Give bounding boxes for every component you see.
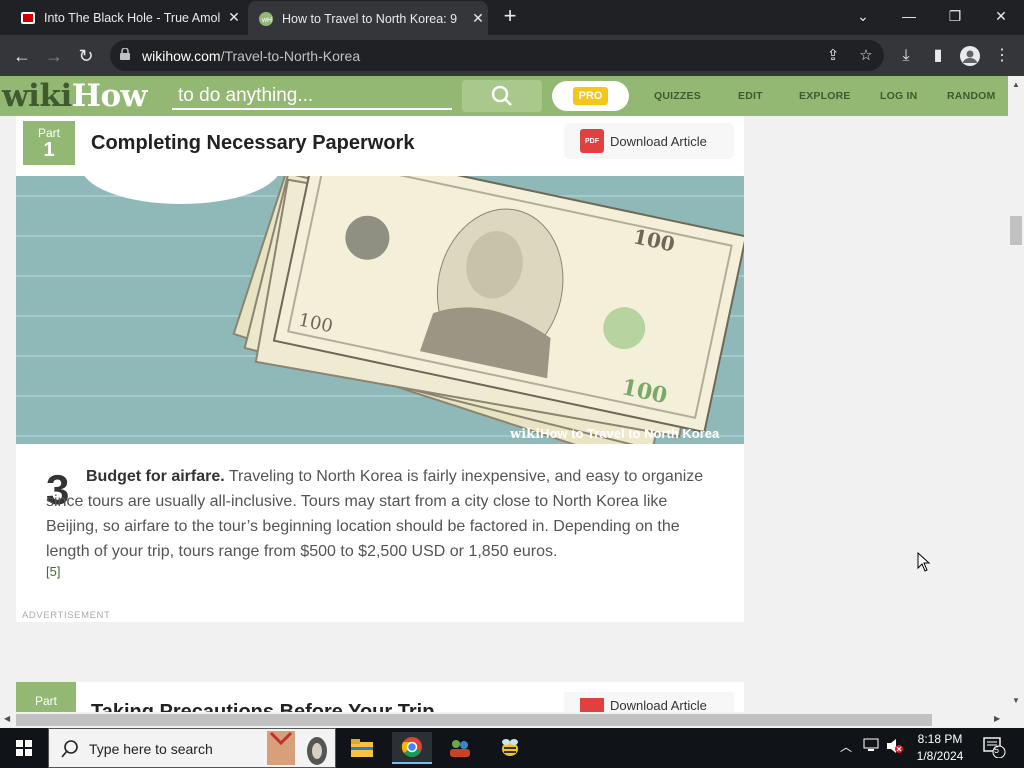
taskbar-search-placeholder: Type here to search	[89, 741, 213, 757]
watermark-how: How	[540, 426, 568, 441]
download-label: Download Article	[610, 133, 707, 149]
reference-link[interactable]: [5]	[46, 564, 60, 579]
tab-wikihow[interactable]: wH How to Travel to North Korea: 9 ✕	[248, 1, 488, 36]
url-domain: wikihow.com	[142, 48, 221, 64]
windows-logo-icon	[16, 740, 32, 756]
chrome-taskbar-icon[interactable]	[392, 732, 432, 764]
url-path: /Travel-to-North-Korea	[220, 48, 361, 64]
profile-avatar-icon[interactable]	[957, 43, 983, 69]
pro-button[interactable]: PRO	[552, 81, 629, 111]
site-search-input[interactable]: to do anything...	[172, 83, 452, 110]
step-text: Budget for airfare. Traveling to North K…	[46, 464, 706, 564]
back-icon[interactable]: ←	[9, 43, 35, 69]
next-part-title: Taking Precautions Before Your Trip	[91, 700, 434, 712]
notification-count: 5	[994, 745, 1000, 755]
lock-icon	[120, 48, 130, 60]
search-icon	[491, 85, 512, 106]
watermark-text: to Travel to North Korea	[567, 426, 720, 441]
scroll-right-icon[interactable]: ▶	[994, 714, 1000, 723]
notification-center-icon[interactable]: 5	[982, 736, 1006, 761]
url-text: wikihow.com/Travel-to-North-Korea	[142, 48, 360, 64]
watermark-wiki: wiki	[510, 427, 541, 442]
wikihow-logo[interactable]: wikiHow	[2, 78, 147, 114]
logo-how: How	[71, 78, 148, 114]
logo-wiki: wiki	[2, 78, 72, 114]
close-tab-icon[interactable]: ✕	[468, 10, 488, 27]
nav-quizzes[interactable]: QUIZZES	[654, 90, 701, 102]
tab-black-hole[interactable]: Into The Black Hole - True Amole ✕	[12, 0, 244, 35]
tab-title: Into The Black Hole - True Amole	[44, 10, 220, 25]
wikihow-favicon-icon: wH	[258, 11, 274, 27]
menu-kebab-icon[interactable]: ⋮	[989, 43, 1015, 69]
vertical-scrollbar[interactable]: ▲ ▼	[1008, 76, 1024, 712]
windows-taskbar: Type here to search ︿ 8:18 PM 1/8/2024 5	[0, 728, 1024, 768]
advertisement-label: ADVERTISEMENT	[22, 610, 111, 621]
new-tab-button[interactable]: +	[498, 4, 522, 28]
next-download-article-button[interactable]: Download Article	[564, 692, 734, 712]
bookmark-star-icon[interactable]: ☆	[856, 46, 876, 66]
address-bar[interactable]: wikihow.com/Travel-to-North-Korea ⇪ ☆	[110, 40, 884, 71]
restore-icon[interactable]: ❐	[932, 0, 978, 35]
part-label: Part	[37, 126, 60, 140]
vertical-scroll-thumb[interactable]	[1010, 216, 1022, 245]
pdf-icon	[580, 698, 604, 712]
next-part-title-text: Taking Precautions Before Your Trip	[91, 701, 435, 712]
search-icon	[61, 740, 78, 758]
nav-random[interactable]: RANDOM	[947, 90, 995, 102]
network-icon[interactable]	[863, 738, 879, 755]
nav-edit[interactable]: EDIT	[738, 90, 763, 102]
close-tab-icon[interactable]: ✕	[224, 9, 244, 26]
show-hidden-icons[interactable]: ︿	[840, 738, 852, 755]
volume-muted-icon[interactable]	[886, 738, 904, 757]
tab-strip: Into The Black Hole - True Amole ✕ wH Ho…	[0, 0, 1024, 36]
wikihow-header: wikiHow to do anything... PRO QUIZZES ED…	[0, 76, 1008, 116]
download-article-button[interactable]: PDF Download Article	[564, 123, 734, 159]
part-number: 1	[43, 139, 55, 161]
reload-icon[interactable]: ↻	[73, 43, 99, 69]
system-clock[interactable]: 8:18 PM 1/8/2024	[910, 731, 970, 765]
taskbar-search-box[interactable]: Type here to search	[48, 728, 336, 768]
file-explorer-icon[interactable]	[342, 732, 382, 764]
nav-log-in[interactable]: LOG IN	[880, 90, 917, 102]
step-bold-summary: Budget for airfare.	[86, 468, 225, 485]
mouse-cursor-icon	[917, 552, 931, 572]
part-badge: Part 1	[23, 121, 75, 165]
horizontal-scrollbar[interactable]: ◀ ▶	[0, 712, 1008, 728]
svg-text:wH: wH	[261, 17, 272, 24]
site-search-button[interactable]	[462, 80, 542, 112]
share-icon[interactable]: ⇪	[823, 46, 843, 66]
close-window-icon[interactable]: ✕	[978, 0, 1024, 35]
browser-toolbar: ← → ↻ wikihow.com/Travel-to-North-Korea …	[0, 35, 1024, 76]
next-part-badge: Part	[16, 682, 76, 712]
pro-badge: PRO	[572, 87, 609, 105]
scroll-up-icon[interactable]: ▲	[1008, 80, 1024, 89]
youtube-favicon-icon	[20, 10, 36, 26]
step-illustration-money: 100 100 100	[16, 176, 744, 444]
pdf-icon: PDF	[580, 129, 604, 153]
tab-title: How to Travel to North Korea: 9	[282, 11, 458, 26]
search-highlight-icon	[267, 731, 327, 765]
people-app-icon[interactable]	[440, 732, 480, 764]
bee-app-icon[interactable]	[490, 732, 530, 764]
start-button[interactable]	[0, 728, 48, 768]
clock-time: 8:18 PM	[917, 732, 963, 746]
clock-date: 1/8/2024	[916, 749, 964, 763]
horizontal-scroll-thumb[interactable]	[16, 714, 932, 726]
tab-search-icon[interactable]: ⌄	[840, 0, 886, 35]
next-download-label: Download Article	[610, 698, 707, 712]
part-title: Completing Necessary Paperwork	[91, 132, 415, 154]
scroll-down-icon[interactable]: ▼	[1008, 696, 1024, 705]
image-watermark: wikiHow to Travel to North Korea	[510, 426, 719, 442]
nav-explore[interactable]: EXPLORE	[799, 90, 851, 102]
minimize-icon[interactable]: —	[886, 0, 932, 35]
side-panel-icon[interactable]: ▮	[925, 43, 951, 69]
forward-icon[interactable]: →	[41, 43, 67, 69]
scroll-left-icon[interactable]: ◀	[4, 714, 10, 723]
download-icon[interactable]: ⤓	[893, 43, 919, 69]
